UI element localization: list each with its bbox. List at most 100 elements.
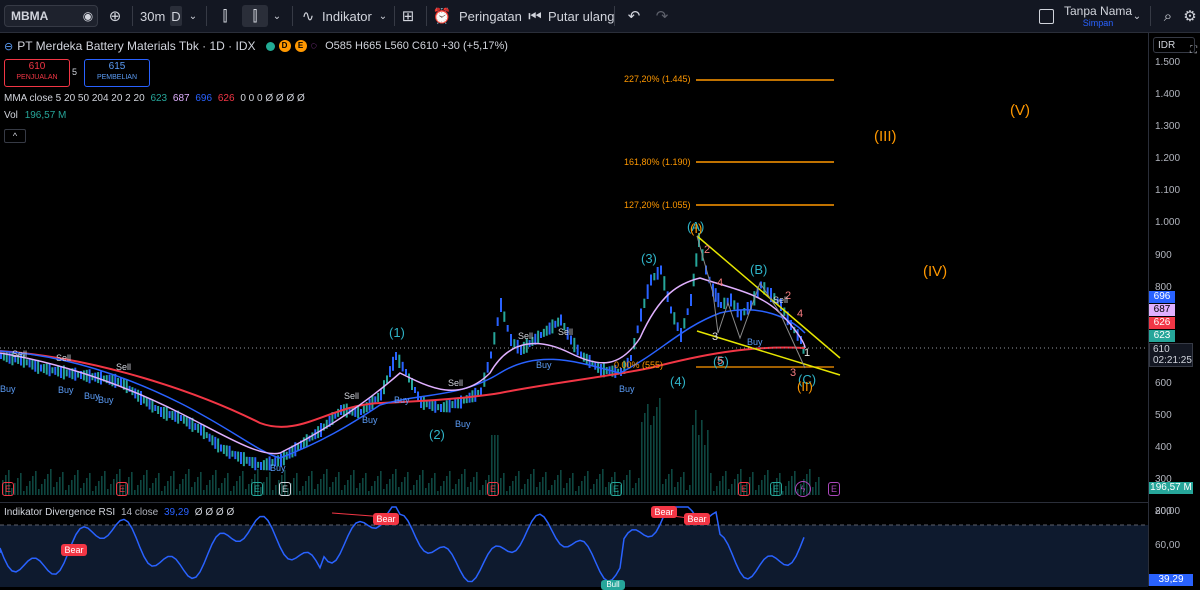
chevron-down-icon[interactable]: ⌄ bbox=[186, 0, 200, 32]
volume-bar bbox=[218, 488, 220, 495]
replay-icon[interactable]: ⏮ bbox=[526, 0, 544, 32]
candle bbox=[117, 377, 120, 385]
volume-bar bbox=[98, 481, 100, 495]
volume-bar bbox=[323, 474, 325, 495]
earnings-marker[interactable]: E bbox=[487, 482, 499, 496]
candle bbox=[120, 377, 122, 387]
minor-count-3b: 3 bbox=[790, 367, 797, 379]
candle bbox=[65, 369, 68, 377]
earnings-badge[interactable]: E bbox=[294, 40, 307, 52]
volume-bar bbox=[71, 480, 73, 495]
earnings-marker[interactable]: E bbox=[251, 482, 263, 496]
interval-mode-button[interactable]: D bbox=[170, 6, 182, 26]
bear-signal: Bear bbox=[684, 513, 710, 525]
collapse-legend-button[interactable]: ^ bbox=[4, 129, 26, 143]
volume-bar bbox=[350, 475, 352, 495]
main-chart-pane[interactable]: ⊖ PT Merdeka Battery Materials Tbk · 1D … bbox=[0, 33, 1148, 500]
volume-bar bbox=[329, 487, 331, 495]
volume-bar bbox=[479, 490, 481, 495]
volume-bar bbox=[314, 489, 316, 495]
earnings-marker[interactable]: E bbox=[828, 482, 840, 496]
interval-button[interactable]: 30m bbox=[140, 0, 165, 32]
volume-bar bbox=[500, 478, 502, 495]
chevron-down-icon[interactable]: ⌄ bbox=[270, 0, 284, 32]
quick-search-icon[interactable]: ⌕ bbox=[1158, 0, 1178, 32]
minor-count-4b: 4 bbox=[797, 308, 804, 320]
replay-button[interactable]: Putar ulang bbox=[548, 0, 615, 32]
indicators-button[interactable]: Indikator bbox=[322, 0, 372, 32]
currency-select[interactable]: IDR bbox=[1153, 37, 1195, 53]
candle bbox=[395, 352, 397, 360]
volume-bar bbox=[587, 471, 589, 495]
volume-bar bbox=[239, 476, 241, 495]
ohlc-values: O585 H665 L560 C610 +30 (+5,17%) bbox=[325, 40, 508, 52]
volume-bar bbox=[455, 484, 457, 495]
redo-icon[interactable]: ↷ bbox=[652, 0, 672, 32]
volume-bar bbox=[233, 486, 235, 495]
volume-bar bbox=[533, 469, 535, 495]
volume-bar bbox=[731, 484, 733, 495]
sell-button[interactable]: 610 PENJUALAN bbox=[4, 59, 70, 87]
candle bbox=[180, 415, 182, 421]
earnings-marker[interactable]: E bbox=[116, 482, 128, 496]
fib-label-0: 0,00% (555) bbox=[614, 360, 664, 370]
chart-header: ⊖ PT Merdeka Battery Materials Tbk · 1D … bbox=[4, 39, 508, 53]
chevron-down-icon[interactable]: ⌄ bbox=[1130, 0, 1144, 32]
chart-title: PT Merdeka Battery Materials Tbk · 1D · … bbox=[17, 39, 256, 53]
candle bbox=[640, 308, 642, 322]
alerts-button[interactable]: Peringatan bbox=[459, 0, 522, 32]
lightning-event-icon[interactable]: ϟ bbox=[795, 481, 811, 497]
volume-bar bbox=[44, 479, 46, 495]
wave-label-III: (III) bbox=[874, 128, 897, 145]
bars-style-icon[interactable]: ⫿ bbox=[242, 5, 268, 27]
earnings-marker[interactable]: E bbox=[610, 482, 622, 496]
layouts-grid-icon[interactable]: ⊞ bbox=[398, 0, 418, 32]
candle bbox=[676, 322, 679, 331]
volume-bar bbox=[347, 480, 349, 495]
candle bbox=[545, 325, 548, 336]
volume-bar bbox=[65, 490, 67, 495]
layout-name[interactable]: Tanpa Nama Simpan bbox=[1064, 4, 1132, 28]
add-symbol-icon[interactable]: ⊕ bbox=[104, 0, 126, 32]
candle bbox=[25, 359, 28, 366]
volume-bar bbox=[536, 487, 538, 495]
volume-bar bbox=[92, 491, 94, 495]
mma-legend[interactable]: MMA close 5 20 50 204 20 2 20 623 687 69… bbox=[4, 93, 305, 104]
candle bbox=[217, 438, 220, 453]
signal-buy: Buy bbox=[455, 419, 471, 429]
buy-button[interactable]: 615 PEMBELIAN bbox=[84, 59, 150, 87]
candle bbox=[31, 359, 34, 370]
candles-icon[interactable]: ⫿ bbox=[212, 0, 238, 32]
volume-bar bbox=[530, 474, 532, 495]
wave-label-I: (I) bbox=[690, 221, 703, 236]
rsi-legend[interactable]: Indikator Divergence RSI 14 close 39,29 … bbox=[4, 507, 234, 518]
earnings-marker[interactable]: E bbox=[279, 482, 291, 496]
bear-signal: Bear bbox=[61, 544, 87, 556]
rsi-pane[interactable]: Indikator Divergence RSI 14 close 39,29 … bbox=[0, 502, 1148, 590]
dividend-badge[interactable]: D bbox=[278, 40, 291, 52]
settings-gear-icon[interactable]: ⚙ bbox=[1180, 0, 1200, 32]
earnings-marker[interactable]: E bbox=[738, 482, 750, 496]
maximize-icon[interactable]: ⛶ bbox=[1190, 45, 1197, 56]
volume-bar bbox=[590, 489, 592, 495]
candle bbox=[228, 445, 231, 459]
volume-bar bbox=[140, 480, 142, 495]
candle bbox=[182, 415, 185, 424]
candle bbox=[265, 458, 268, 471]
earnings-marker[interactable]: E bbox=[770, 482, 782, 496]
layout-checkbox-icon[interactable] bbox=[1036, 0, 1056, 32]
candle bbox=[646, 284, 649, 299]
collapse-icon[interactable]: ⊖ bbox=[4, 40, 13, 53]
volume-bar bbox=[683, 472, 685, 495]
signal-sell: Sell bbox=[344, 391, 360, 401]
alarm-clock-icon[interactable]: ⏰ bbox=[432, 0, 452, 32]
volume-bar bbox=[155, 478, 157, 495]
chevron-down-icon[interactable]: ⌄ bbox=[376, 0, 390, 32]
volume-bar bbox=[335, 477, 337, 495]
compare-eye-icon[interactable]: ◉ bbox=[78, 0, 98, 32]
earnings-marker[interactable]: E bbox=[2, 482, 14, 496]
undo-icon[interactable]: ↶ bbox=[624, 0, 644, 32]
volume-legend[interactable]: Vol 196,57 M bbox=[4, 110, 66, 121]
indicators-icon[interactable]: ∿ bbox=[298, 0, 318, 32]
volume-bar bbox=[59, 477, 61, 495]
